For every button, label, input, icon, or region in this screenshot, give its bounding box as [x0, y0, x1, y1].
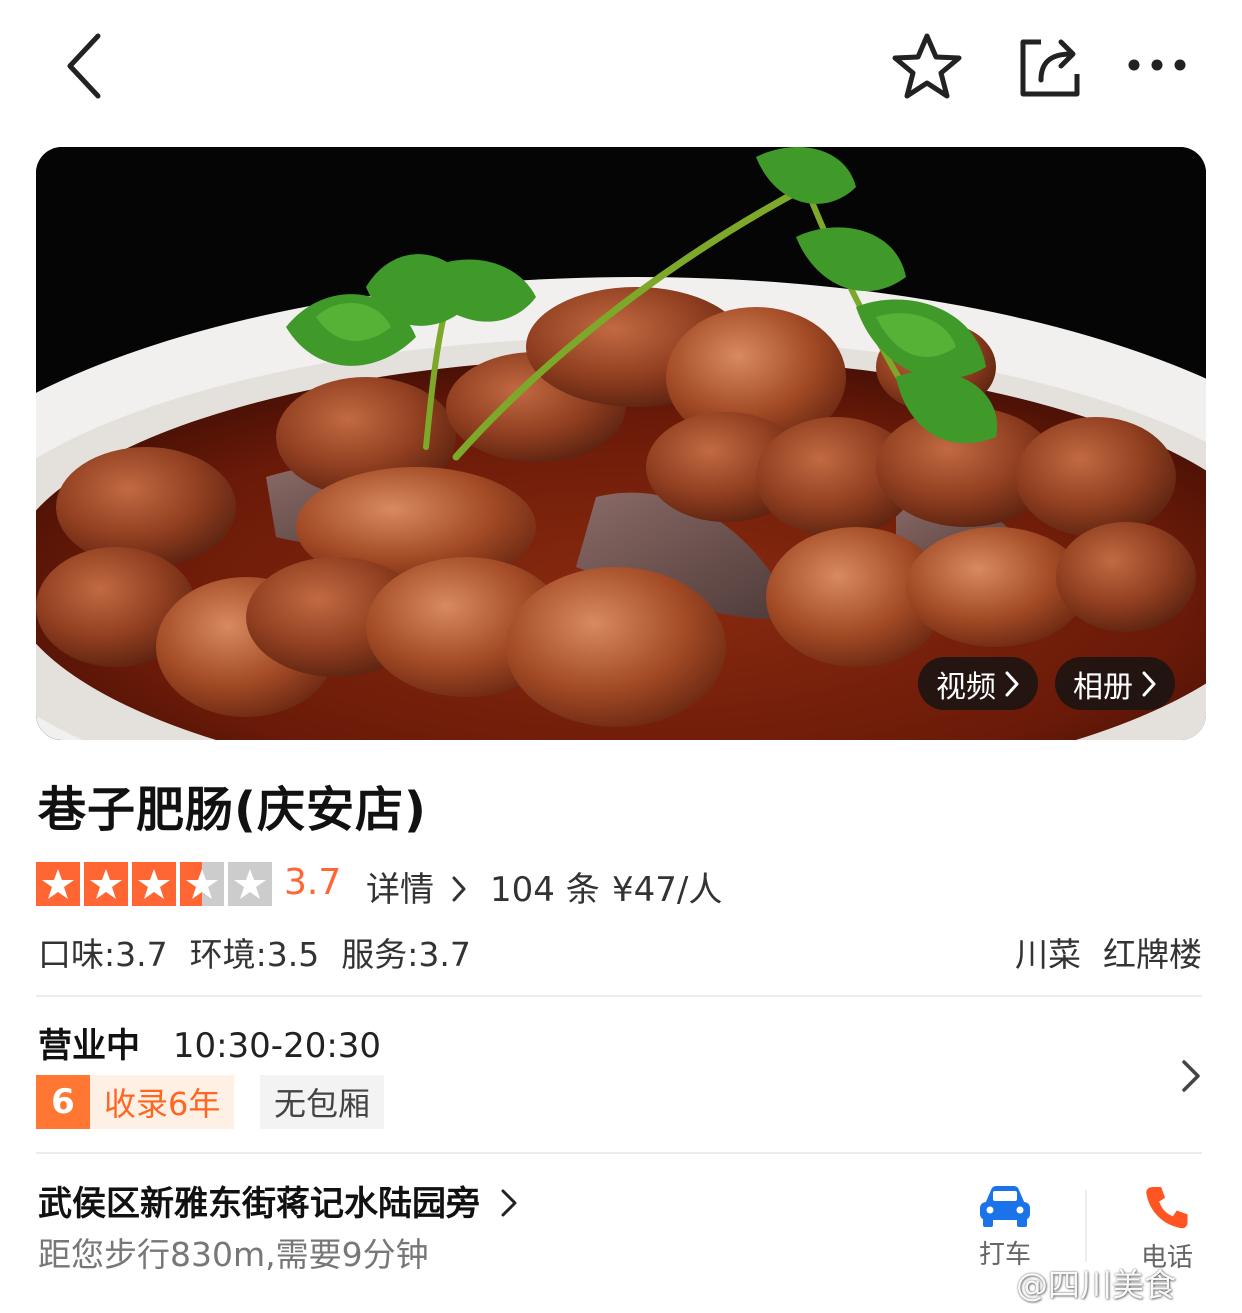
more-dots-icon — [1128, 59, 1186, 71]
rating-score: 3.7 — [284, 862, 342, 903]
album-label: 相册 — [1073, 669, 1133, 705]
address-link[interactable]: 武侯区新雅东街蒋记水陆园旁 — [38, 1176, 518, 1225]
watermark: @四川美食 — [1016, 1266, 1177, 1304]
shop-tags: 川菜 红牌楼 — [1015, 928, 1202, 976]
walking-distance: 距您步行830m,需要9分钟 — [38, 1235, 429, 1274]
years-badge-text: 收录6年 — [90, 1075, 235, 1129]
chevron-right-icon[interactable] — [1176, 1056, 1206, 1096]
share-button[interactable] — [1010, 30, 1088, 102]
chevron-right-icon — [1005, 671, 1019, 696]
half-star-icon — [180, 862, 224, 906]
chevron-right-icon — [501, 1189, 517, 1217]
divider — [36, 995, 1202, 997]
album-button[interactable]: 相册 — [1055, 657, 1175, 710]
cuisine-tag[interactable]: 川菜 — [1015, 928, 1081, 976]
shop-name: 巷子肥肠(庆安店) — [38, 782, 427, 838]
empty-star-icon — [228, 862, 272, 906]
review-count: 104 条 — [490, 870, 600, 910]
service-score: 服务:3.7 — [341, 935, 471, 974]
star-icon — [132, 862, 176, 906]
address-text: 武侯区新雅东街蒋记水陆园旁 — [38, 1184, 480, 1224]
business-hours: 营业中 10:30-20:30 — [38, 1018, 381, 1067]
star-icon — [36, 862, 80, 906]
chevron-right-icon — [452, 876, 466, 902]
food-photo-illustration — [36, 147, 1206, 740]
sub-scores: 口味:3.7 环境:3.5 服务:3.7 — [38, 928, 471, 976]
area-tag[interactable]: 红牌楼 — [1103, 928, 1202, 976]
open-time: 10:30-20:30 — [172, 1026, 382, 1066]
back-button[interactable] — [52, 28, 116, 104]
years-listed-badge[interactable]: 6 收录6年 — [36, 1075, 235, 1129]
detail-label: 详情 — [366, 870, 434, 910]
more-button[interactable] — [1120, 40, 1194, 90]
food-photo[interactable] — [36, 147, 1206, 740]
video-label: 视频 — [936, 669, 996, 705]
phone-icon — [1146, 1186, 1188, 1229]
price-per-person: ¥47/人 — [612, 870, 723, 910]
chevron-right-icon — [1142, 671, 1156, 696]
divider — [36, 1152, 1202, 1154]
share-icon — [1020, 39, 1080, 97]
taste-score: 口味:3.7 — [38, 935, 168, 974]
divider — [1085, 1190, 1087, 1262]
years-badge-number: 6 — [36, 1075, 90, 1129]
rating-detail-link[interactable]: 详情 — [366, 862, 467, 911]
star-outline-icon — [892, 33, 962, 99]
favorite-button[interactable] — [888, 30, 966, 102]
car-icon — [980, 1186, 1030, 1227]
star-icon — [84, 862, 128, 906]
no-private-room-badge: 无包厢 — [260, 1075, 385, 1129]
open-status: 营业中 — [38, 1026, 140, 1066]
video-button[interactable]: 视频 — [918, 657, 1038, 710]
top-nav-bar — [0, 0, 1242, 135]
chevron-left-icon — [67, 33, 101, 99]
environment-score: 环境:3.5 — [189, 935, 320, 974]
star-rating — [36, 862, 272, 906]
